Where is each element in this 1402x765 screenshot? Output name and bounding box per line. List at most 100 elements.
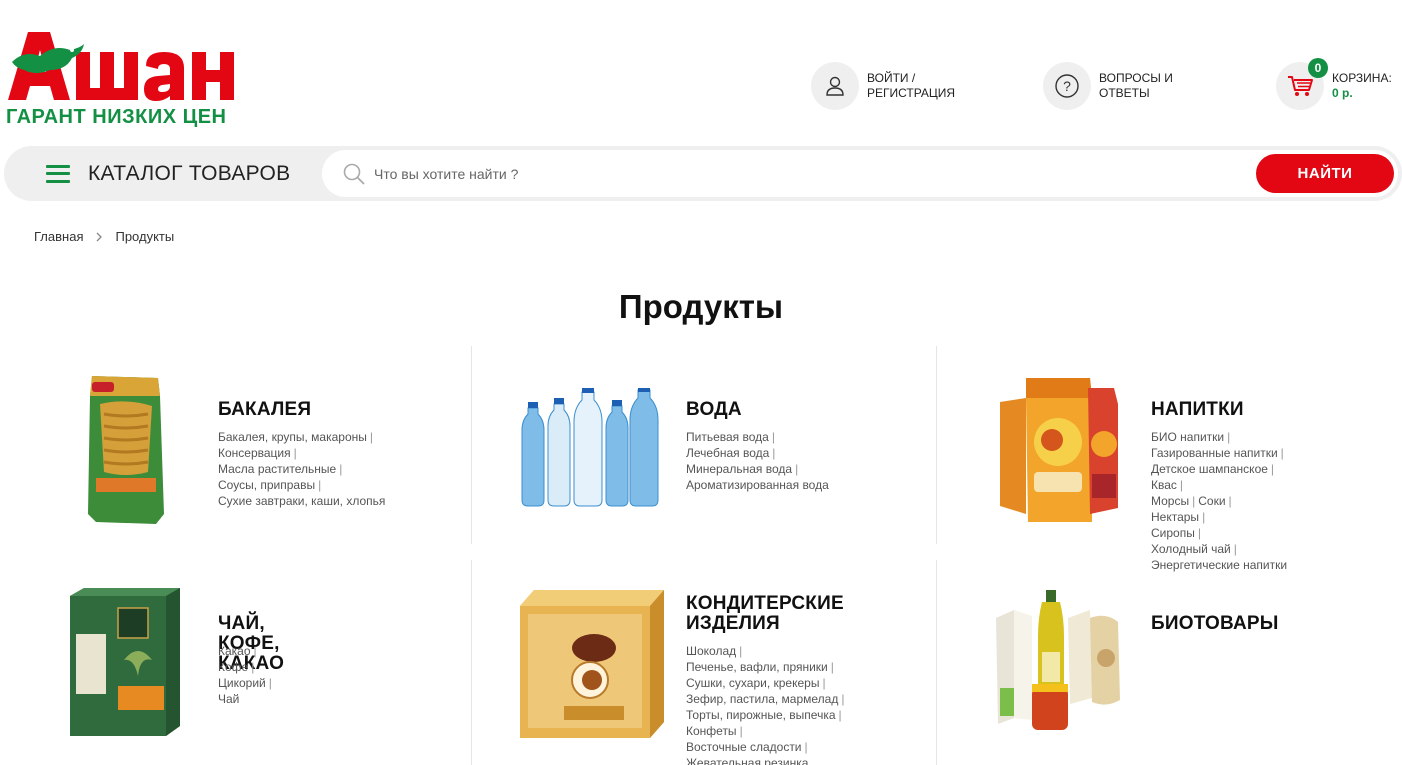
category-sublink[interactable]: Сушки, сухари, крекеры xyxy=(686,676,819,690)
water-bottles-image[interactable] xyxy=(518,388,664,508)
tea-box-image[interactable] xyxy=(68,586,184,738)
link-separator: | xyxy=(1233,542,1237,556)
grid-divider xyxy=(471,346,472,544)
juice-cartons-image[interactable] xyxy=(996,374,1122,526)
link-separator: | xyxy=(771,430,775,444)
category-sublink[interactable]: Какао xyxy=(218,644,251,658)
category-sublink[interactable]: Квас xyxy=(1151,478,1177,492)
category-sublink[interactable]: Питьевая вода xyxy=(686,430,769,444)
category-links-row: Сухие завтраки, каши, хлопья xyxy=(218,493,385,509)
catalog-label: КАТАЛОГ ТОВАРОВ xyxy=(88,161,291,185)
category-sublink[interactable]: Зефир, пастила, мармелад xyxy=(686,692,838,706)
link-separator: | xyxy=(772,446,776,460)
link-separator: | xyxy=(822,676,826,690)
category-links-row: Детское шампанское |Квас | xyxy=(1151,461,1287,493)
category-sublink[interactable]: Масла растительные xyxy=(218,462,336,476)
login-link[interactable]: ВОЙТИ / РЕГИСТРАЦИЯ xyxy=(811,62,955,110)
login-line1: ВОЙТИ / xyxy=(867,71,916,85)
category-sublink[interactable]: Минеральная вода xyxy=(686,462,792,476)
link-separator: | xyxy=(1280,446,1284,460)
category-links-row: Минеральная вода | xyxy=(686,461,829,477)
search-bar: КАТАЛОГ ТОВАРОВ НАЙТИ xyxy=(4,146,1402,201)
category-sublink[interactable]: Сухие завтраки, каши, хлопья xyxy=(218,494,385,508)
link-separator: | xyxy=(739,644,743,658)
faq-line1: ВОПРОСЫ И xyxy=(1099,71,1173,85)
category-links-row: Ароматизированная вода xyxy=(686,477,829,493)
breadcrumb-home[interactable]: Главная xyxy=(34,229,83,244)
cart-link[interactable]: 0 КОРЗИНА: 0 р. xyxy=(1276,58,1392,110)
category-links-row: Зефир, пастила, мармелад | xyxy=(686,691,847,707)
breadcrumb: Главная Продукты xyxy=(34,229,174,244)
link-separator: | xyxy=(830,660,834,674)
category-sublink[interactable]: Соусы, приправы xyxy=(218,478,315,492)
category-links-row: Конфеты |Восточные сладости | xyxy=(686,723,847,755)
category-links-row: Сушки, сухари, крекеры | xyxy=(686,675,847,691)
link-separator: | xyxy=(339,462,343,476)
category-links-row: Газированные напитки | xyxy=(1151,445,1287,461)
category-sublink[interactable]: Печенье, вафли, пряники xyxy=(686,660,828,674)
category-sublink[interactable]: Морсы xyxy=(1151,494,1189,508)
category-title[interactable]: ВОДА xyxy=(686,400,742,420)
category-title[interactable]: БАКАЛЕЯ xyxy=(218,400,311,420)
category-title[interactable]: КОНДИТЕРСКИЕ ИЗДЕЛИЯ xyxy=(686,594,844,634)
auchan-logo[interactable]: ГАРАНТ НИЗКИХ ЦЕН xyxy=(4,22,254,128)
category-sublink[interactable]: Холодный чай xyxy=(1151,542,1231,556)
category-sublink[interactable]: Восточные сладости xyxy=(686,740,802,754)
category-links: Какао |Кофе |Цикорий |Чай xyxy=(218,643,275,707)
category-sublink[interactable]: Торты, пирожные, выпечка xyxy=(686,708,836,722)
category-sublink[interactable]: Конфеты xyxy=(686,724,737,738)
link-separator: | xyxy=(1179,478,1184,492)
bird-logo-icon xyxy=(8,32,234,101)
category-sublink[interactable]: Детское шампанское xyxy=(1151,462,1268,476)
link-separator: | xyxy=(841,692,845,706)
link-separator: | xyxy=(369,430,373,444)
category-sublink[interactable]: Газированные напитки xyxy=(1151,446,1278,460)
category-links: Бакалея, крупы, макароны | Консервация | Мас… xyxy=(218,429,385,509)
logo-slogan: ГАРАНТ НИЗКИХ ЦЕН xyxy=(6,106,227,128)
category-links: БИО напитки | Газированные напитки | Детское… xyxy=(1151,429,1287,573)
pasta-package-image[interactable] xyxy=(86,374,166,526)
link-separator: | xyxy=(1197,526,1201,540)
link-separator: | xyxy=(739,724,743,738)
category-sublink[interactable]: Шоколад xyxy=(686,644,736,658)
link-separator: | xyxy=(1202,510,1206,524)
category-links-row: Шоколад | xyxy=(686,643,847,659)
link-separator: | xyxy=(1192,494,1196,508)
category-sublink[interactable]: Цикорий xyxy=(218,676,266,690)
search-icon xyxy=(342,162,366,186)
link-separator: | xyxy=(795,462,799,476)
category-title-line2: ИЗДЕЛИЯ xyxy=(686,613,780,634)
link-separator: | xyxy=(318,478,322,492)
category-sublink[interactable]: Энергетические напитки xyxy=(1151,558,1287,572)
cart-title: КОРЗИНА: xyxy=(1332,71,1392,85)
category-sublink[interactable]: Кофе xyxy=(218,660,248,674)
bio-products-image[interactable] xyxy=(994,588,1124,738)
link-separator: | xyxy=(251,660,255,674)
category-sublink[interactable]: Лечебная вода xyxy=(686,446,769,460)
category-sublink[interactable]: Сиропы xyxy=(1151,526,1195,540)
cart-label: КОРЗИНА: 0 р. xyxy=(1332,71,1392,101)
category-links-row: Энергетические напитки xyxy=(1151,557,1287,573)
category-sublink[interactable]: Ароматизированная вода xyxy=(686,478,829,492)
category-sublink[interactable]: БИО напитки xyxy=(1151,430,1224,444)
category-links-row: Морсы | Соки |Нектары | xyxy=(1151,493,1287,525)
category-title[interactable]: НАПИТКИ xyxy=(1151,400,1244,420)
search-button[interactable]: НАЙТИ xyxy=(1256,154,1394,193)
link-separator: | xyxy=(1270,462,1275,476)
search-input[interactable] xyxy=(374,165,1234,182)
category-sublink[interactable]: Консервация xyxy=(218,446,291,460)
faq-line2: ОТВЕТЫ xyxy=(1099,86,1150,100)
catalog-button[interactable]: КАТАЛОГ ТОВАРОВ xyxy=(46,146,290,201)
category-title[interactable]: БИОТОВАРЫ xyxy=(1151,614,1279,634)
category-sublink[interactable]: Нектары xyxy=(1151,510,1199,524)
category-sublink[interactable]: Соки xyxy=(1198,494,1225,508)
grid-divider xyxy=(471,560,472,765)
category-sublink[interactable]: Жевательная резинка xyxy=(686,756,808,765)
category-sublink[interactable]: Чай xyxy=(218,692,239,706)
candy-box-image[interactable] xyxy=(518,588,666,740)
user-icon xyxy=(811,62,859,110)
category-sublink[interactable]: Бакалея, крупы, макароны xyxy=(218,430,367,444)
faq-link[interactable]: ? ВОПРОСЫ И ОТВЕТЫ xyxy=(1043,62,1173,110)
login-line2: РЕГИСТРАЦИЯ xyxy=(867,86,956,100)
faq-label: ВОПРОСЫ И ОТВЕТЫ xyxy=(1099,71,1173,101)
